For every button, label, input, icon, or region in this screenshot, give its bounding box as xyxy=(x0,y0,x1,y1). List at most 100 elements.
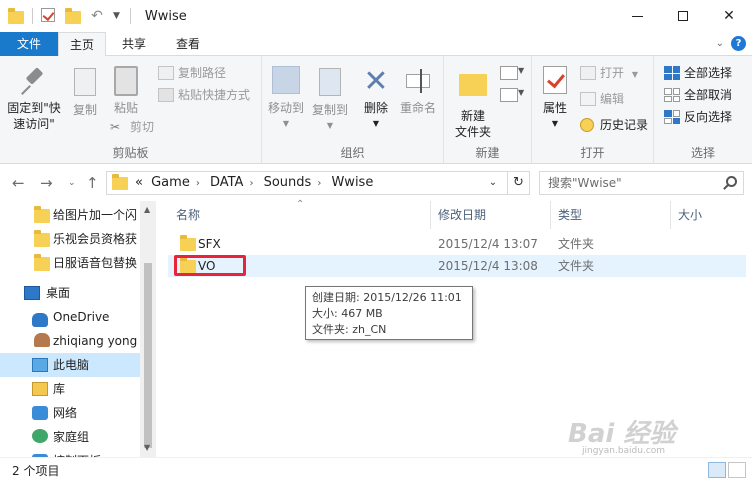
column-divider[interactable] xyxy=(670,201,671,229)
address-bar-row: ← → ⌄ ↑ « Game › DATA › Sounds › Wwise ⌄ ↻ … xyxy=(0,165,752,201)
copy-path-button[interactable]: 复制路径 xyxy=(158,64,226,82)
baidu-watermark: Bai 经验 xyxy=(568,419,676,449)
copy-to-button[interactable]: 复制到 ▼ xyxy=(308,66,352,134)
folder-icon[interactable] xyxy=(8,8,24,24)
nav-item-onedrive[interactable]: OneDrive xyxy=(0,305,140,329)
properties-button[interactable]: 属性 ▼ xyxy=(536,66,574,132)
paste-shortcut-icon xyxy=(158,88,174,102)
invert-selection-button[interactable]: 反向选择 xyxy=(664,108,732,126)
properties-icon xyxy=(539,66,571,98)
search-input[interactable]: 搜索"Wwise" xyxy=(539,171,744,195)
new-folder-icon[interactable] xyxy=(65,8,81,24)
organize-group-label: 组织 xyxy=(340,146,365,160)
folder-icon xyxy=(180,235,196,251)
back-button[interactable]: ← xyxy=(12,174,25,192)
open-label: 打开 xyxy=(600,66,625,80)
chevron-right-icon[interactable]: › xyxy=(249,178,253,189)
breadcrumb-overflow[interactable]: « xyxy=(135,175,143,190)
open-group-label: 打开 xyxy=(580,146,605,160)
nav-scrollbar[interactable]: ▲ ▼ xyxy=(140,201,156,457)
column-divider[interactable] xyxy=(430,201,431,229)
nav-item-homegroup[interactable]: 家庭组 xyxy=(0,425,140,449)
nav-item-label: zhiqiang yong xyxy=(53,334,138,348)
select-all-icon xyxy=(664,66,680,80)
pin-label-line2: 速访问" xyxy=(13,117,55,131)
recent-locations-dropdown-icon[interactable]: ⌄ xyxy=(68,178,76,188)
details-view-icon[interactable] xyxy=(708,462,726,478)
new-folder-icon-large xyxy=(457,74,489,106)
large-icons-view-icon[interactable] xyxy=(728,462,746,478)
table-row[interactable]: SFX 2015/12/4 13:07 文件夹 xyxy=(168,233,746,255)
help-icon[interactable]: ? xyxy=(731,36,746,51)
chevron-right-icon[interactable]: › xyxy=(317,178,321,189)
tab-file[interactable]: 文件 xyxy=(0,32,58,56)
pin-icon xyxy=(18,66,50,98)
nav-item-user[interactable]: zhiqiang yong xyxy=(0,329,140,353)
column-header-date[interactable]: 修改日期 xyxy=(438,201,486,229)
paste-shortcut-button[interactable]: 粘贴快捷方式 xyxy=(158,86,250,104)
copy-path-icon xyxy=(158,66,174,80)
tab-share[interactable]: 共享 xyxy=(110,32,158,57)
forward-button[interactable]: → xyxy=(40,174,53,192)
move-to-button[interactable]: 移动到 ▼ xyxy=(264,66,308,132)
chevron-right-icon[interactable]: › xyxy=(196,178,200,189)
nav-item-control-panel[interactable]: 控制面板 xyxy=(0,449,140,457)
properties-check-icon[interactable] xyxy=(41,8,57,24)
cut-button[interactable]: ✂ 剪切 xyxy=(110,118,154,136)
copy-path-label: 复制路径 xyxy=(178,66,227,80)
column-header-name[interactable]: 名称 xyxy=(176,201,200,229)
paste-button[interactable]: 粘贴 xyxy=(106,66,146,116)
up-button[interactable]: ↑ xyxy=(86,174,99,192)
new-item-icon[interactable] xyxy=(500,66,518,80)
maximize-button[interactable] xyxy=(660,0,706,32)
pin-quick-access-button[interactable]: 固定到"快 速访问" xyxy=(2,66,66,132)
nav-item-desktop[interactable]: 桌面 xyxy=(0,281,140,305)
nav-item-this-pc[interactable]: 此电脑 xyxy=(0,353,140,377)
column-header-size[interactable]: 大小 xyxy=(678,201,702,229)
refresh-icon[interactable]: ↻ xyxy=(507,172,529,194)
column-header-type[interactable]: 类型 xyxy=(558,201,582,229)
new-folder-button[interactable]: 新建 文件夹 xyxy=(448,66,498,140)
open-button[interactable]: 打开 ▼ xyxy=(580,64,638,82)
file-name: SFX xyxy=(198,237,221,251)
nav-item-quick-2[interactable]: 乐视会员资格获 xyxy=(0,227,140,251)
easy-access-icon[interactable] xyxy=(500,88,518,102)
table-row[interactable]: VO 2015/12/4 13:08 文件夹 xyxy=(168,255,746,277)
nav-item-libraries[interactable]: 库 xyxy=(0,377,140,401)
search-icon[interactable] xyxy=(726,176,737,187)
breadcrumb-data[interactable]: DATA xyxy=(210,175,244,190)
history-label: 历史记录 xyxy=(600,118,649,132)
nav-item-quick-1[interactable]: 给图片加一个闪 xyxy=(0,203,140,227)
delete-button[interactable]: ✕ 删除 ▼ xyxy=(358,66,394,132)
expand-ribbon-icon[interactable]: ⌄ xyxy=(716,38,724,49)
copy-button[interactable]: 复制 xyxy=(66,66,104,118)
breadcrumb-game[interactable]: Game xyxy=(151,175,190,190)
undo-icon[interactable]: ↶ xyxy=(89,9,105,23)
minimize-button[interactable] xyxy=(614,0,660,32)
nav-item-network[interactable]: 网络 xyxy=(0,401,140,425)
scroll-up-icon[interactable]: ▲ xyxy=(144,205,150,214)
history-button[interactable]: 历史记录 xyxy=(580,116,648,134)
select-all-button[interactable]: 全部选择 xyxy=(664,64,732,82)
nav-item-quick-3[interactable]: 日服语音包替换 xyxy=(0,251,140,275)
breadcrumb-sounds[interactable]: Sounds xyxy=(264,175,312,190)
address-bar[interactable]: « Game › DATA › Sounds › Wwise ⌄ ↻ xyxy=(106,171,530,195)
rename-button[interactable]: 重命名 xyxy=(396,66,440,116)
breadcrumb-wwise[interactable]: Wwise xyxy=(331,175,373,190)
select-none-button[interactable]: 全部取消 xyxy=(664,86,732,104)
address-history-dropdown-icon[interactable]: ⌄ xyxy=(483,172,503,194)
tab-home[interactable]: 主页 xyxy=(58,32,106,57)
tab-view[interactable]: 查看 xyxy=(162,32,214,57)
edit-button[interactable]: 编辑 xyxy=(580,90,624,108)
close-button[interactable]: ✕ xyxy=(706,0,752,32)
easy-access-dropdown-icon[interactable]: ▼ xyxy=(518,88,524,97)
nav-item-label: 桌面 xyxy=(46,286,71,300)
nav-scrollbar-thumb[interactable] xyxy=(144,263,152,448)
column-divider[interactable] xyxy=(550,201,551,229)
new-group: 新建 文件夹 ▼ ▼ 新建 xyxy=(444,56,532,164)
paste-icon xyxy=(110,66,142,98)
scroll-down-icon[interactable]: ▼ xyxy=(144,443,150,452)
breadcrumb: « Game › DATA › Sounds › Wwise xyxy=(135,172,377,194)
customize-toolbar-dropdown-icon[interactable]: ▼ xyxy=(113,11,120,21)
new-item-dropdown-icon[interactable]: ▼ xyxy=(518,66,524,75)
